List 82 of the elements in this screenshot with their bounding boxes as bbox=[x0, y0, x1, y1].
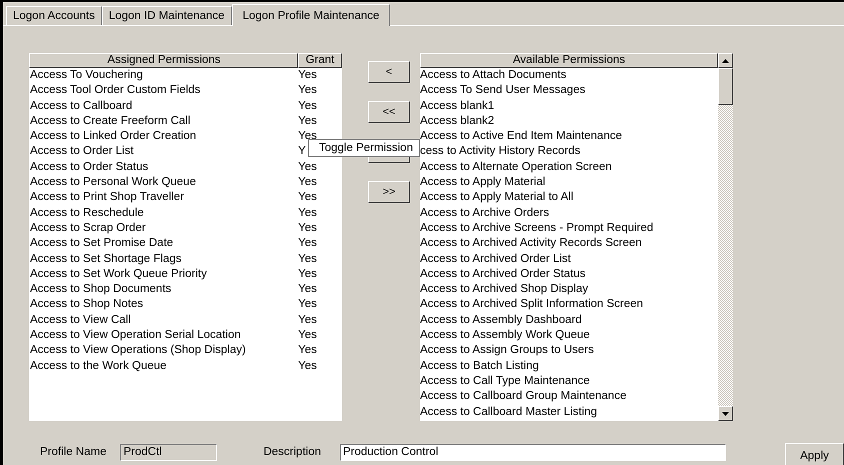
column-header[interactable]: Grant bbox=[298, 53, 342, 68]
permission-name[interactable]: Access to Apply Material bbox=[420, 175, 546, 190]
grant-value: Y bbox=[298, 145, 306, 158]
move-button[interactable]: < bbox=[368, 61, 410, 83]
grant-value: Yes bbox=[298, 268, 317, 280]
apply-button[interactable]: Apply bbox=[785, 443, 844, 465]
grant-value: Yes bbox=[298, 314, 317, 326]
permission-name[interactable]: Access to Order Status bbox=[30, 160, 148, 173]
grant-value: Yes bbox=[298, 160, 317, 173]
permission-name[interactable]: Access to Create Freeform Call bbox=[30, 114, 190, 127]
permission-name[interactable]: Access to Assembly Dashboard bbox=[420, 312, 582, 328]
permission-name[interactable]: Access To Vouchering bbox=[30, 69, 143, 81]
permission-name[interactable]: Access to View Call bbox=[30, 314, 131, 326]
move-button[interactable]: << bbox=[368, 101, 410, 123]
permission-name[interactable]: Access To Send User Messages bbox=[420, 83, 586, 99]
scroll-down-icon[interactable] bbox=[722, 412, 729, 416]
permission-name[interactable]: Access blank2 bbox=[420, 114, 494, 130]
scroll-up-icon[interactable] bbox=[722, 58, 729, 62]
permission-name[interactable]: Access to Attach Documents bbox=[420, 68, 566, 84]
permission-name[interactable]: Access to Batch Listing bbox=[420, 358, 539, 374]
grant-value: Yes bbox=[298, 360, 317, 372]
grant-value: Yes bbox=[298, 283, 317, 296]
column-header[interactable]: Assigned Permissions bbox=[29, 53, 298, 68]
permission-name[interactable]: Access to Scrap Order bbox=[30, 222, 146, 234]
grant-value: Yes bbox=[298, 237, 317, 250]
permission-name[interactable]: Access to the Work Queue bbox=[30, 360, 167, 372]
grant-value: Yes bbox=[298, 191, 317, 204]
grant-value: Yes bbox=[298, 222, 317, 234]
menu-item[interactable]: Toggle Permission bbox=[309, 140, 419, 156]
permission-name[interactable]: Access to Set Promise Date bbox=[30, 237, 174, 250]
permission-name[interactable]: Access to Archived Shop Display bbox=[420, 282, 588, 298]
permission-name[interactable]: Access to Reschedule bbox=[30, 206, 144, 219]
grant-value: Yes bbox=[298, 344, 317, 356]
permission-name[interactable]: Access to Active End Item Maintenance bbox=[420, 129, 622, 144]
permission-name[interactable]: Access to Apply Material to All bbox=[420, 190, 574, 206]
permission-name[interactable]: Access to Archive Screens - Prompt Required bbox=[420, 220, 654, 236]
permission-name[interactable]: Access to Archived Order Status bbox=[420, 266, 586, 282]
scrollbar[interactable] bbox=[718, 53, 733, 421]
tab[interactable]: Logon Accounts bbox=[6, 6, 102, 25]
grant-value: Yes bbox=[298, 329, 317, 342]
permission-name[interactable]: Access to Personal Work Queue bbox=[30, 176, 196, 188]
grant-value: Yes bbox=[298, 176, 317, 188]
permission-name[interactable]: Access to View Operations (Shop Display) bbox=[30, 344, 246, 356]
grant-value: Yes bbox=[298, 206, 317, 219]
permission-name[interactable]: Access to Archive Orders bbox=[420, 206, 550, 221]
permission-name[interactable]: Access to Callboard bbox=[30, 100, 132, 112]
grant-value: Yes bbox=[298, 130, 317, 142]
permission-name[interactable]: Access Tool Order Custom Fields bbox=[30, 84, 200, 96]
permission-name[interactable]: Access to Archived Order List bbox=[420, 252, 571, 267]
permission-name[interactable]: Access to Call Type Maintenance bbox=[420, 374, 590, 390]
profile-name-label: Profile Name bbox=[40, 446, 106, 458]
permission-name[interactable]: Access to Archived Activity Records Screen bbox=[420, 236, 642, 252]
permission-name[interactable]: Access to Linked Order Creation bbox=[30, 130, 196, 142]
tab[interactable]: Logon Profile Maintenance bbox=[232, 4, 390, 26]
permission-name[interactable]: Access to Set Work Queue Priority bbox=[30, 268, 207, 280]
grant-value: Yes bbox=[298, 298, 317, 310]
permission-name[interactable]: Access to Alternate Operation Screen bbox=[420, 160, 612, 176]
move-button[interactable]: >> bbox=[368, 181, 410, 203]
grant-value: Yes bbox=[298, 114, 317, 127]
permission-name[interactable]: Access to Order List bbox=[30, 145, 134, 158]
permission-name[interactable]: Access to Callboard Group Maintenance bbox=[420, 389, 626, 405]
tab[interactable]: Logon ID Maintenance bbox=[102, 6, 232, 25]
description-label: Description bbox=[263, 446, 321, 458]
grant-value: Yes bbox=[298, 100, 317, 112]
permission-name[interactable]: Access to Shop Notes bbox=[30, 298, 144, 310]
permission-name[interactable]: Access to View Operation Serial Location bbox=[30, 329, 241, 342]
column-header[interactable]: Available Permissions bbox=[420, 53, 718, 68]
permission-name[interactable]: Access to Print Shop Traveller bbox=[30, 191, 184, 204]
permission-name[interactable]: Access to Archived Split Information Screen bbox=[420, 297, 644, 313]
description-field[interactable]: Production Control bbox=[340, 444, 726, 460]
profile-name-field[interactable]: ProdCtl bbox=[120, 444, 218, 460]
grant-value: Yes bbox=[298, 252, 317, 265]
permission-name[interactable]: Access to Shop Documents bbox=[30, 283, 172, 296]
permission-name[interactable]: cess to Activity History Records bbox=[420, 144, 580, 160]
scroll-thumb[interactable] bbox=[718, 68, 733, 105]
permission-name[interactable]: Access blank1 bbox=[420, 98, 494, 114]
grant-value: Yes bbox=[298, 69, 317, 81]
grant-value: Yes bbox=[298, 84, 317, 96]
permission-name[interactable]: Access to Set Shortage Flags bbox=[30, 252, 182, 265]
permission-name[interactable]: Access to Callboard Master Listing bbox=[420, 404, 598, 420]
permission-name[interactable]: Access to Assign Groups to Users bbox=[420, 343, 594, 359]
permission-name[interactable]: Access to Assembly Work Queue bbox=[420, 328, 590, 344]
